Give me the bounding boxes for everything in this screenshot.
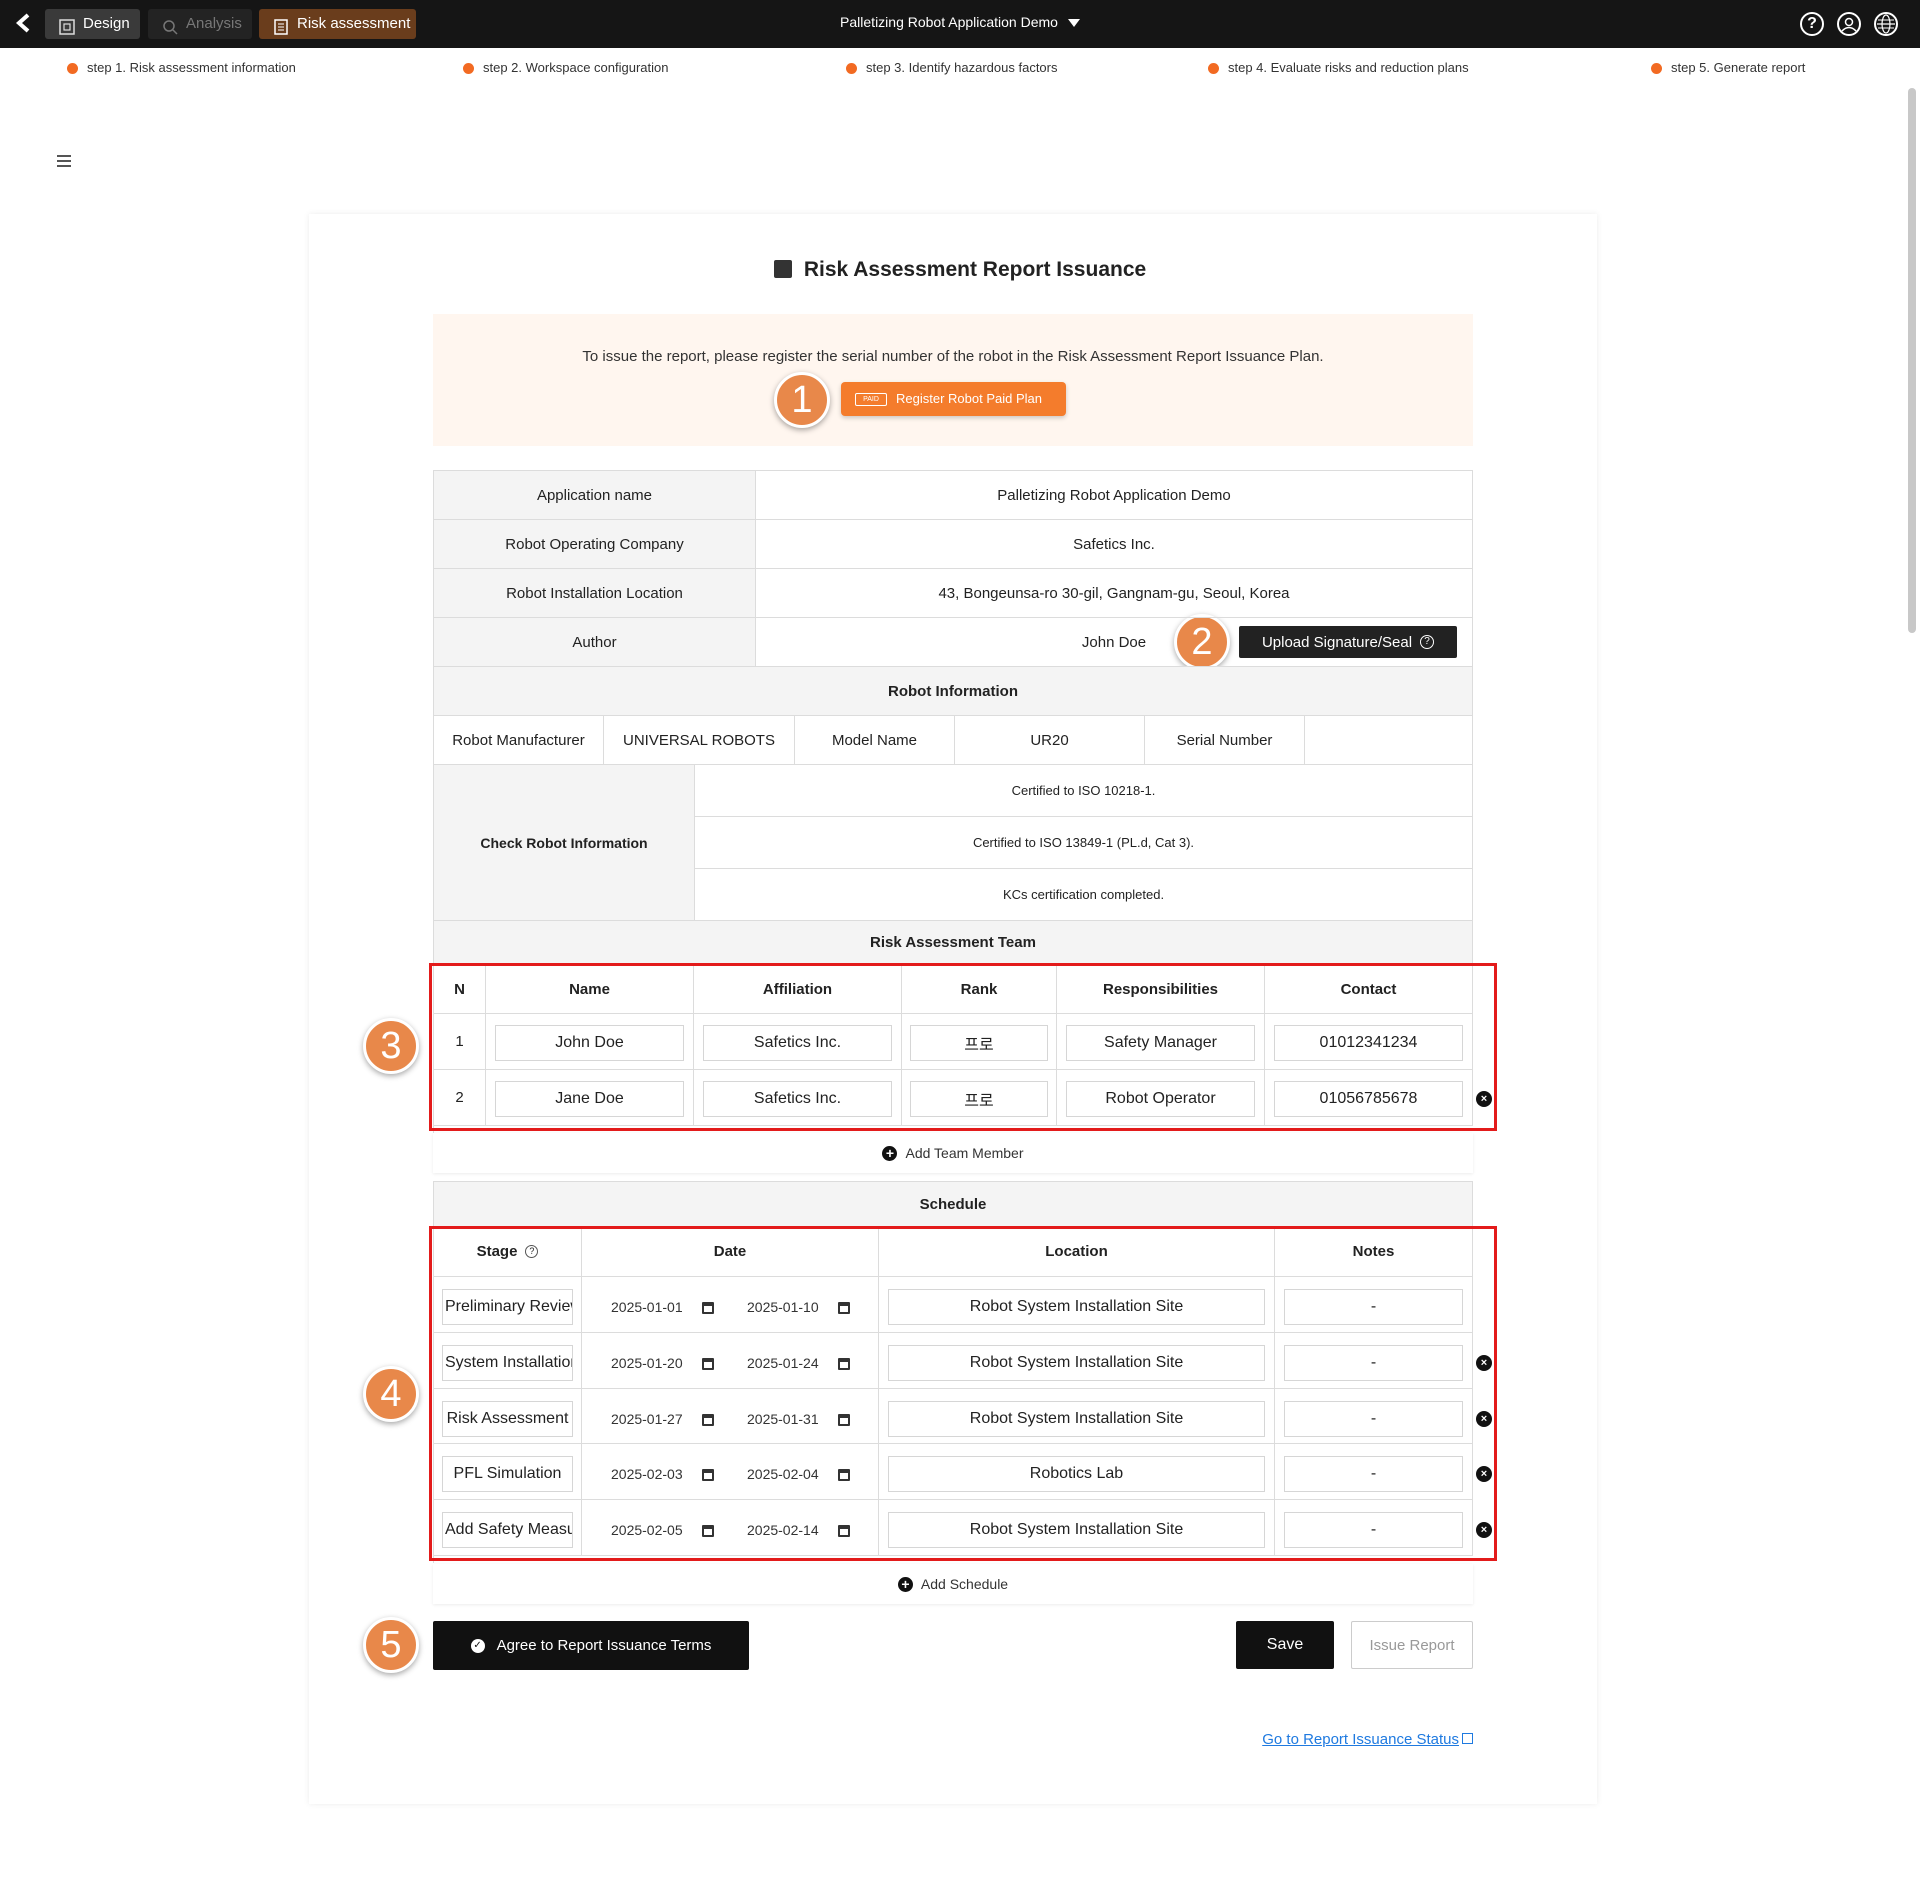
paid-plan-notice: To issue the report, please register the…: [433, 314, 1473, 446]
schedule-header: Schedule: [434, 1182, 1473, 1227]
upload-signature-button[interactable]: Upload Signature/Seal?: [1239, 626, 1457, 658]
menu-icon[interactable]: [57, 155, 71, 167]
plus-icon: +: [882, 1145, 898, 1161]
step-5[interactable]: step 5. Generate report: [1651, 60, 1805, 75]
report-status-link[interactable]: Go to Report Issuance Status: [1245, 1731, 1473, 1748]
label-robot-manufacturer: Robot Manufacturer: [434, 716, 604, 765]
team-header: Risk Assessment Team: [434, 921, 1473, 965]
step-label: step 3. Identify hazardous factors: [866, 60, 1058, 75]
callout-badge-4: 4: [363, 1366, 419, 1422]
step-dot: [1208, 63, 1219, 74]
page-title-text: Risk Assessment Report Issuance: [803, 258, 1147, 281]
step-dot: [846, 63, 857, 74]
register-paid-plan-label: Register Robot Paid Plan: [896, 391, 1042, 406]
check-item: Certified to ISO 10218-1.: [695, 765, 1473, 817]
add-team-member-button[interactable]: + Add Team Member: [433, 1133, 1473, 1173]
step-2[interactable]: step 2. Workspace configuration: [463, 60, 668, 75]
page-title: Risk Assessment Report Issuance: [0, 258, 1920, 282]
app-title: Palletizing Robot Application Demo: [840, 14, 1058, 30]
notice-text: To issue the report, please register the…: [582, 348, 1324, 365]
agree-terms-button[interactable]: ✓ Agree to Report Issuance Terms: [433, 1621, 749, 1670]
callout-badge-5: 5: [363, 1617, 419, 1673]
callout-badge-1: 1: [774, 372, 830, 428]
add-team-member-label: Add Team Member: [905, 1145, 1024, 1161]
robot-info-header: Robot Information: [434, 667, 1473, 716]
paid-tag: PAID: [855, 393, 887, 406]
user-icon[interactable]: [1837, 12, 1861, 36]
info-table: Application name Palletizing Robot Appli…: [433, 470, 1473, 921]
help-icon[interactable]: ?: [1800, 12, 1824, 36]
check-circle-icon: ✓: [470, 1638, 485, 1653]
plus-icon: +: [897, 1576, 913, 1592]
add-schedule-label: Add Schedule: [920, 1576, 1009, 1592]
step-label: step 5. Generate report: [1671, 60, 1806, 75]
step-dot: [67, 63, 78, 74]
external-link-icon: [1462, 1733, 1473, 1744]
step-3[interactable]: step 3. Identify hazardous factors: [846, 60, 1058, 75]
check-item: Certified to ISO 13849-1 (PL.d, Cat 3).: [695, 817, 1473, 869]
agree-terms-label: Agree to Report Issuance Terms: [496, 1637, 712, 1654]
upload-signature-label: Upload Signature/Seal: [1261, 633, 1413, 651]
value-model-name: UR20: [955, 716, 1145, 765]
label-installation-location: Robot Installation Location: [434, 569, 756, 618]
value-serial-number: [1305, 716, 1473, 765]
highlight-box-team: [429, 963, 1497, 1131]
label-serial-number: Serial Number: [1145, 716, 1305, 765]
globe-icon[interactable]: [1874, 12, 1898, 36]
printer-icon: [773, 260, 792, 278]
value-application-name: Palletizing Robot Application Demo: [756, 471, 1473, 520]
label-application-name: Application name: [434, 471, 756, 520]
step-dot: [1651, 63, 1662, 74]
highlight-box-schedule: [429, 1226, 1497, 1561]
app-title-dropdown[interactable]: Palletizing Robot Application Demo: [0, 14, 1920, 30]
add-schedule-button[interactable]: + Add Schedule: [433, 1564, 1473, 1604]
register-paid-plan-button[interactable]: PAID Register Robot Paid Plan: [841, 382, 1066, 416]
step-1[interactable]: step 1. Risk assessment information: [67, 60, 296, 75]
step-label: step 1. Risk assessment information: [87, 60, 296, 75]
label-check-robot-info: Check Robot Information: [434, 765, 695, 921]
callout-badge-3: 3: [363, 1018, 419, 1074]
step-4[interactable]: step 4. Evaluate risks and reduction pla…: [1208, 60, 1469, 75]
help-icon: ?: [1420, 635, 1435, 649]
check-item: KCs certification completed.: [695, 869, 1473, 921]
label-model-name: Model Name: [795, 716, 955, 765]
value-operating-company: Safetics Inc.: [756, 520, 1473, 569]
label-operating-company: Robot Operating Company: [434, 520, 756, 569]
step-dot: [463, 63, 474, 74]
label-author: Author: [434, 618, 756, 667]
top-bar: Design Analysis Risk assessment Palletiz…: [0, 0, 1920, 48]
issue-report-button[interactable]: Issue Report: [1351, 1621, 1473, 1669]
caret-down-icon: [1067, 19, 1080, 28]
save-button[interactable]: Save: [1236, 1621, 1334, 1669]
value-robot-manufacturer: UNIVERSAL ROBOTS: [604, 716, 795, 765]
step-label: step 4. Evaluate risks and reduction pla…: [1228, 60, 1469, 75]
step-progress: step 1. Risk assessment information step…: [0, 48, 1900, 88]
report-status-label: Go to Report Issuance Status: [1262, 1731, 1459, 1748]
scrollbar[interactable]: [1908, 88, 1916, 633]
step-label: step 2. Workspace configuration: [483, 60, 669, 75]
value-installation-location: 43, Bongeunsa-ro 30-gil, Gangnam-gu, Seo…: [756, 569, 1473, 618]
